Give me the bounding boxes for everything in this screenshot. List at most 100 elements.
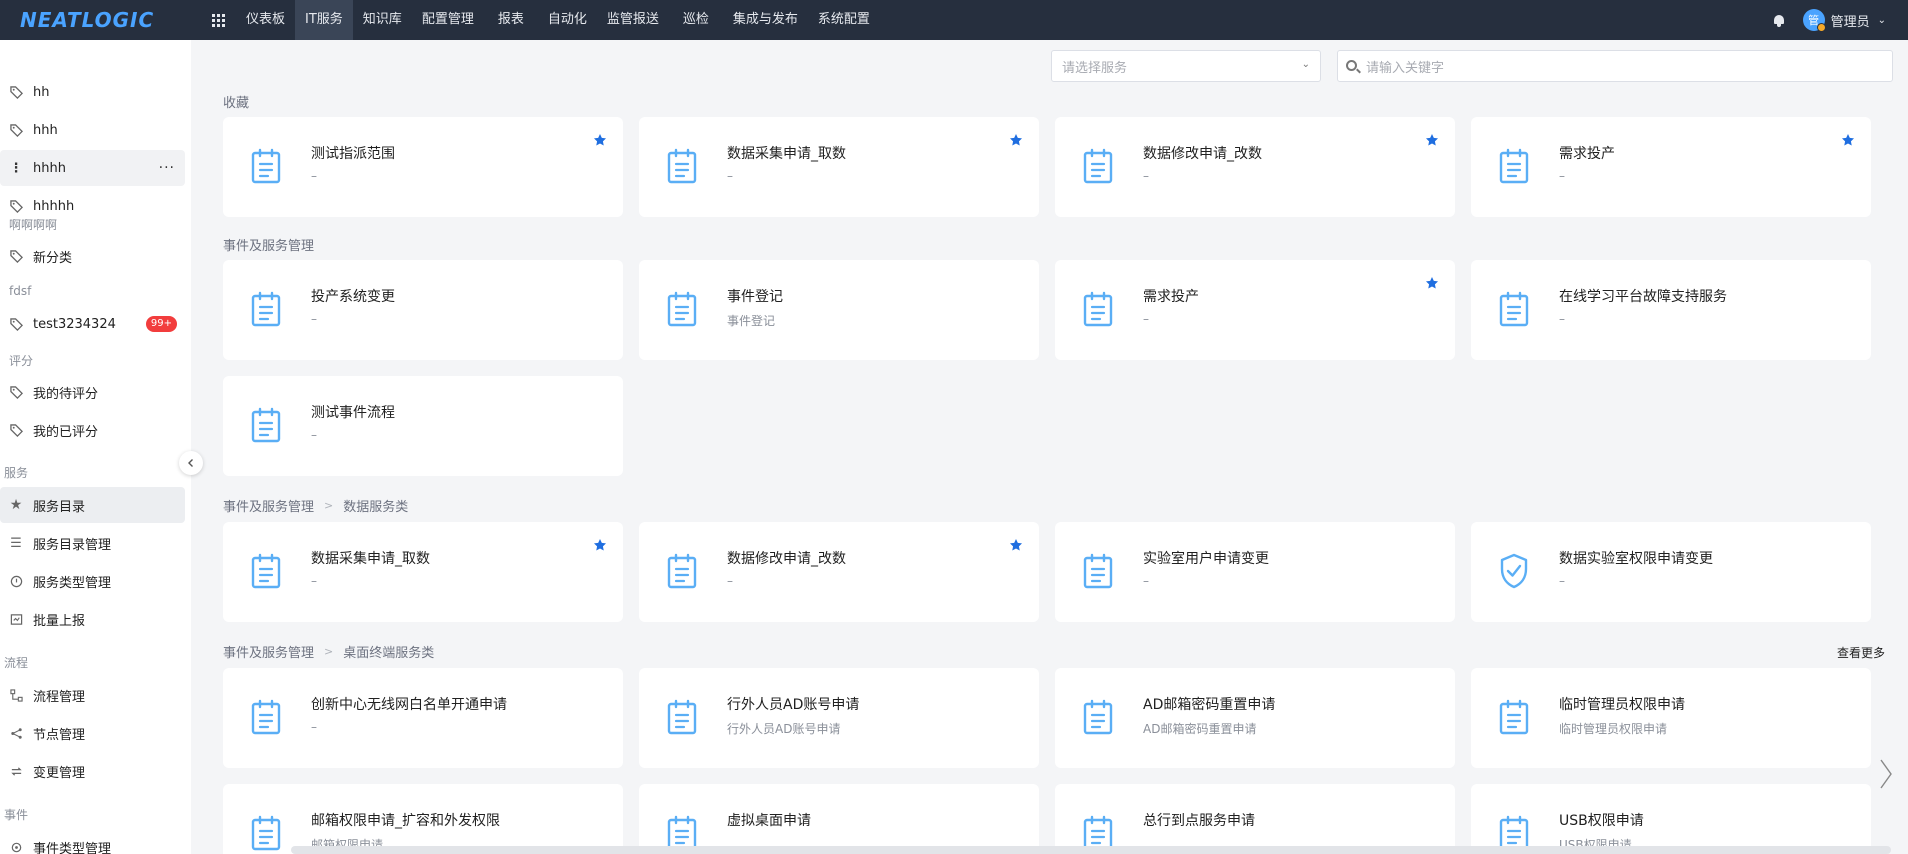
service-card[interactable]: 行外人员AD账号申请 行外人员AD账号申请 bbox=[639, 668, 1039, 768]
sidebar-group-label: 啊啊啊啊 bbox=[9, 218, 58, 232]
sidebar-item-label: 我的待评分 bbox=[33, 386, 99, 402]
service-card[interactable]: 总行到点服务申请 bbox=[1055, 784, 1455, 854]
see-more-link[interactable]: 查看更多 bbox=[1837, 644, 1885, 661]
service-card[interactable]: 数据实验室权限申请变更 – bbox=[1471, 522, 1871, 622]
star-icon[interactable] bbox=[1425, 132, 1439, 146]
card-description: – bbox=[727, 574, 733, 588]
sidebar-item-rated[interactable]: 我的已评分 bbox=[0, 412, 185, 448]
star-icon[interactable] bbox=[593, 537, 607, 551]
card-title: 需求投产 bbox=[1143, 289, 1199, 305]
bell-icon[interactable] bbox=[1773, 14, 1785, 27]
service-card[interactable]: AD邮箱密码重置申请 AD邮箱密码重置申请 bbox=[1055, 668, 1455, 768]
service-card[interactable]: 测试事件流程 – bbox=[223, 376, 623, 476]
circle-info-icon bbox=[9, 574, 23, 588]
service-select[interactable]: 请选择服务 ⌄ bbox=[1051, 50, 1321, 82]
more-icon[interactable]: ··· bbox=[159, 160, 175, 176]
service-card[interactable]: 事件登记 事件登记 bbox=[639, 260, 1039, 360]
clipboard-icon bbox=[667, 148, 697, 184]
nav-reports[interactable]: 报表 bbox=[484, 0, 538, 40]
nav-integration[interactable]: 集成与发布 bbox=[723, 0, 808, 40]
service-card[interactable]: 数据采集申请_取数 – bbox=[223, 522, 623, 622]
sidebar-item-label: hhhh bbox=[33, 160, 66, 176]
sidebar-item-test3234324[interactable]: test3234324 99+ bbox=[0, 306, 185, 342]
main-content: 请选择服务 ⌄ 请输入关键字 收藏 事件及服务管理 事件及服务管理 > 数据服务… bbox=[191, 40, 1908, 854]
card-description: – bbox=[1559, 169, 1565, 183]
gear-icon bbox=[9, 840, 23, 854]
nav-regulatory[interactable]: 监管报送 bbox=[597, 0, 669, 40]
service-card[interactable]: 需求投产 – bbox=[1055, 260, 1455, 360]
card-title: 在线学习平台故障支持服务 bbox=[1559, 289, 1727, 305]
section-title-favorites: 收藏 bbox=[223, 96, 250, 111]
nav-inspection[interactable]: 巡检 bbox=[669, 0, 723, 40]
chevron-right-icon[interactable] bbox=[1876, 756, 1896, 792]
sidebar-item-flow-manage[interactable]: 流程管理 bbox=[0, 677, 185, 713]
sidebar-item-new-category[interactable]: 新分类 bbox=[0, 238, 185, 274]
service-card[interactable]: 虚拟桌面申请 bbox=[639, 784, 1039, 854]
card-description: – bbox=[1559, 312, 1565, 326]
sidebar-item-event-type[interactable]: 事件类型管理 bbox=[0, 829, 185, 854]
star-icon[interactable] bbox=[593, 132, 607, 146]
star-icon[interactable] bbox=[1841, 132, 1855, 146]
app-switcher-icon[interactable] bbox=[204, 0, 232, 40]
sidebar-item-pending-rating[interactable]: 我的待评分 bbox=[0, 374, 185, 410]
nav-automation[interactable]: 自动化 bbox=[538, 0, 597, 40]
star-icon: ★ bbox=[9, 497, 23, 513]
sidebar-item-label: 变更管理 bbox=[33, 765, 86, 781]
user-name[interactable]: 管理员 bbox=[1831, 11, 1870, 30]
sidebar-item-label: hhhhh bbox=[33, 198, 75, 214]
star-icon[interactable] bbox=[1009, 537, 1023, 551]
nav-dashboard[interactable]: 仪表板 bbox=[236, 0, 295, 40]
service-card[interactable]: 在线学习平台故障支持服务 – bbox=[1471, 260, 1871, 360]
search-input[interactable]: 请输入关键字 bbox=[1337, 50, 1893, 82]
sidebar: hh hhh ⋮ hhhh ··· hhhhh 啊啊啊啊 新分类 fdsf te… bbox=[0, 40, 191, 854]
service-card[interactable]: 数据采集申请_取数 – bbox=[639, 117, 1039, 217]
service-card[interactable]: 邮箱权限申请_扩容和外发权限 邮箱权限申请 bbox=[223, 784, 623, 854]
sidebar-item-catalog-manage[interactable]: ☰ 服务目录管理 bbox=[0, 525, 185, 561]
service-card[interactable]: 数据修改申请_改数 – bbox=[1055, 117, 1455, 217]
service-card[interactable]: USB权限申请 USB权限申请 bbox=[1471, 784, 1871, 854]
drag-handle-icon[interactable]: ⋮ bbox=[9, 161, 23, 176]
sidebar-item-node-manage[interactable]: 节点管理 bbox=[0, 715, 185, 751]
sidebar-item-label: hhh bbox=[33, 122, 58, 138]
sidebar-item-hhhh[interactable]: ⋮ hhhh ··· bbox=[0, 150, 185, 186]
nav-cmdb[interactable]: 配置管理 bbox=[412, 0, 484, 40]
list-icon: ☰ bbox=[10, 535, 22, 551]
service-card[interactable]: 需求投产 – bbox=[1471, 117, 1871, 217]
chevron-down-icon[interactable]: ⌄ bbox=[1878, 15, 1886, 26]
sidebar-item-label: 服务目录管理 bbox=[33, 537, 112, 553]
sidebar-item-batch-report[interactable]: 批量上报 bbox=[0, 601, 185, 637]
horizontal-scrollbar[interactable] bbox=[291, 846, 1891, 854]
service-card[interactable]: 创新中心无线网白名单开通申请 – bbox=[223, 668, 623, 768]
clipboard-icon bbox=[251, 699, 281, 735]
breadcrumb: 事件及服务管理 > 数据服务类 bbox=[223, 496, 408, 515]
sidebar-item-hhh[interactable]: hhh bbox=[0, 112, 185, 148]
nav-system-config[interactable]: 系统配置 bbox=[808, 0, 880, 40]
star-icon[interactable] bbox=[1009, 132, 1023, 146]
clipboard-icon bbox=[1499, 699, 1529, 735]
clipboard-icon bbox=[251, 148, 281, 184]
service-card[interactable]: 临时管理员权限申请 临时管理员权限申请 bbox=[1471, 668, 1871, 768]
nav-knowledge[interactable]: 知识库 bbox=[353, 0, 412, 40]
service-card[interactable]: 实验室用户申请变更 – bbox=[1055, 522, 1455, 622]
avatar[interactable]: 管 bbox=[1802, 9, 1826, 32]
service-card[interactable]: 数据修改申请_改数 – bbox=[639, 522, 1039, 622]
breadcrumb-item[interactable]: 事件及服务管理 bbox=[223, 496, 314, 515]
sidebar-item-service-catalog[interactable]: ★ 服务目录 bbox=[0, 487, 185, 523]
card-title: 投产系统变更 bbox=[311, 289, 395, 305]
chevron-right-icon: > bbox=[324, 645, 334, 658]
card-description: 临时管理员权限申请 bbox=[1559, 722, 1668, 736]
breadcrumb: 事件及服务管理 > 桌面终端服务类 bbox=[223, 642, 434, 661]
service-card[interactable]: 测试指派范围 – bbox=[223, 117, 623, 217]
sidebar-item-type-manage[interactable]: 服务类型管理 bbox=[0, 563, 185, 599]
star-icon[interactable] bbox=[1425, 275, 1439, 289]
sidebar-item-hh[interactable]: hh bbox=[0, 74, 185, 110]
card-title: 邮箱权限申请_扩容和外发权限 bbox=[311, 813, 500, 829]
tag-icon bbox=[9, 123, 23, 137]
breadcrumb-item[interactable]: 事件及服务管理 bbox=[223, 642, 314, 661]
app-logo[interactable]: NEATLOGIC bbox=[0, 8, 190, 32]
nav-it-service[interactable]: IT服务 bbox=[295, 0, 353, 40]
card-title: 数据修改申请_改数 bbox=[1143, 146, 1262, 162]
sidebar-item-change-manage[interactable]: 变更管理 bbox=[0, 753, 185, 789]
service-card[interactable]: 投产系统变更 – bbox=[223, 260, 623, 360]
breadcrumb-item: 桌面终端服务类 bbox=[343, 646, 435, 661]
